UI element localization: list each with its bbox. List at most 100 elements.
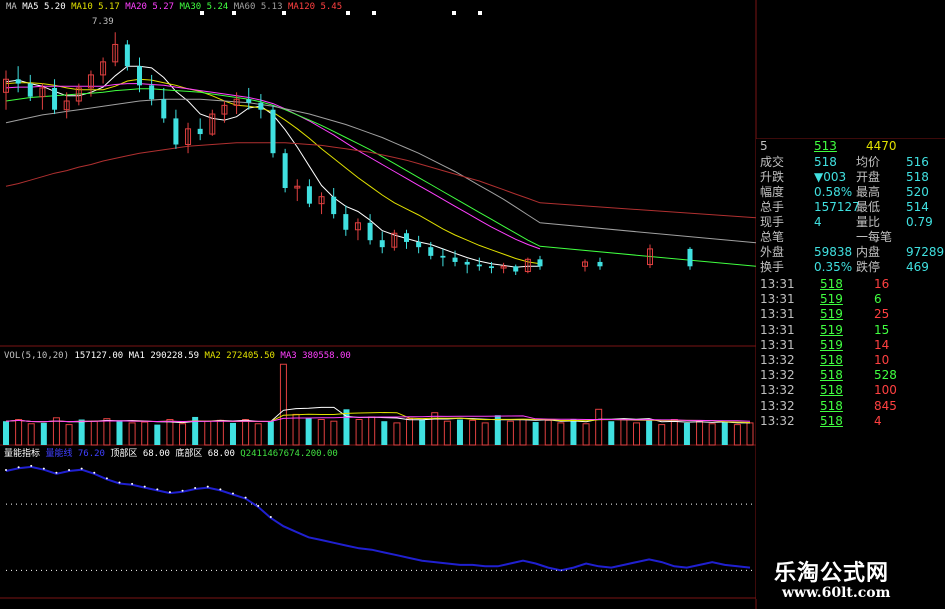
stat-label: 升跌 [760, 170, 785, 184]
volume-bar [154, 424, 161, 445]
candle-down [513, 266, 519, 272]
indicator-line-value: 76.20 [77, 449, 105, 459]
quote-stat-row: 现手 4 量比 0.79 [756, 215, 945, 230]
indicator-name: 量能指标 [4, 449, 41, 459]
candle-down [379, 240, 385, 248]
candle-down [687, 248, 693, 267]
stat-value: 518 [814, 155, 837, 169]
volume-bar [267, 421, 274, 445]
stat-value-2: 514 [906, 200, 929, 214]
tick-volume: 4 [874, 413, 882, 428]
tick-row[interactable]: 13:31 519 25 [756, 307, 945, 322]
tick-volume: 100 [874, 383, 897, 398]
candle-down [476, 264, 482, 267]
ma-line-ma120 [5, 142, 757, 219]
stat-value: 0.35% [814, 260, 853, 274]
ma5-legend: MA5 5.20 [22, 2, 66, 12]
candle-down [161, 99, 167, 119]
candle-down [404, 233, 409, 242]
volume-bar [544, 419, 552, 446]
tick-time: 13:31 [760, 307, 795, 322]
volume-bar [65, 424, 73, 446]
volume-bar [620, 419, 628, 446]
ma10-legend: MA10 5.17 [71, 2, 120, 12]
volume-bar [481, 422, 489, 446]
tick-row[interactable]: 13:32 518 845 [756, 399, 945, 414]
ma120-legend: MA120 5.45 [287, 2, 343, 12]
volume-bar [721, 422, 728, 445]
tick-row[interactable]: 13:31 519 15 [756, 323, 945, 338]
stat-value: 157127 [814, 200, 860, 214]
tick-volume: 528 [874, 368, 897, 383]
candle-down [246, 99, 252, 103]
volume-bar [52, 417, 60, 446]
candle-down [52, 87, 58, 110]
stat-label-2: 开盘 [856, 170, 881, 184]
volume-bar [519, 419, 527, 446]
quote-stat-row: 成交 518 均价 516 [756, 155, 945, 170]
tick-time: 13:32 [760, 413, 795, 428]
ma-line-ma30 [5, 88, 757, 267]
tick-row[interactable]: 13:31 519 14 [756, 338, 945, 353]
candle-down [258, 102, 264, 110]
candle-down [331, 196, 337, 215]
tick-row[interactable]: 13:31 518 16 [756, 277, 945, 292]
tick-time: 13:31 [760, 292, 795, 307]
volume-bar [229, 422, 236, 445]
volume-bar [3, 421, 9, 445]
vol-legend-ma1: MA1 290228.59 [128, 351, 200, 361]
quote-stat-row: 总手 157127 最低 514 [756, 200, 945, 215]
volume-bar [646, 420, 653, 445]
tick-row[interactable]: 13:32 518 4 [756, 414, 945, 429]
volume-bar [368, 416, 376, 446]
tick-price: 518 [820, 413, 843, 428]
tick-volume: 15 [874, 322, 890, 337]
stat-label-2: 最低 [856, 200, 881, 214]
volume-bar [15, 419, 23, 446]
stat-label: 幅度 [760, 185, 785, 199]
indicator-dot [219, 488, 222, 491]
tick-row[interactable]: 13:32 518 10 [756, 353, 945, 368]
volume-bar [254, 423, 262, 446]
stat-label: 外盘 [760, 245, 785, 259]
volume-bar [419, 419, 426, 445]
candle-down [137, 66, 142, 86]
candle-down [597, 261, 603, 267]
volume-bar [305, 417, 312, 445]
vol-legend-title: VOL(5,10,20) [4, 351, 70, 361]
volume-bar [683, 422, 690, 445]
indicator-bottom-value: 68.00 [207, 449, 235, 459]
tick-row[interactable]: 13:32 518 100 [756, 383, 945, 398]
volume-bar [443, 420, 451, 446]
quote-stat-row: 升跌 ▼003 开盘 518 [756, 170, 945, 185]
volume-bar [381, 421, 388, 445]
indicator-dot [131, 482, 134, 485]
indicator-dot [17, 466, 20, 469]
volume-bar [670, 419, 678, 446]
watermark-url: www.60lt.com [782, 585, 891, 601]
volume-bar [608, 421, 615, 445]
indicator-dot [68, 469, 71, 472]
tick-price: 519 [820, 307, 843, 322]
candle-down [173, 118, 179, 145]
ma60-legend: MA60 5.13 [233, 2, 283, 12]
candle-down [440, 255, 446, 258]
vol-legend-value: 157127.00 [74, 351, 124, 361]
volume-bar [469, 419, 477, 446]
indicator-top-label: 顶部区 [110, 449, 138, 459]
volume-bar [557, 422, 565, 446]
indicator-dot [181, 489, 184, 492]
tick-row[interactable]: 13:31 519 6 [756, 292, 945, 307]
watermark: 乐淘公式网 www.60lt.com [760, 551, 945, 609]
volume-bar [242, 419, 250, 446]
volume-bar [40, 422, 47, 445]
tick-price: 519 [820, 322, 843, 337]
indicator-dot [244, 496, 247, 499]
tick-row[interactable]: 13:32 518 528 [756, 368, 945, 383]
volume-bar [179, 423, 187, 446]
tick-price: 519 [820, 292, 843, 307]
indicator-top-value: 68.00 [142, 449, 170, 459]
quote-stat-row: 幅度 0.58% 最高 520 [756, 185, 945, 200]
watermark-title: 乐淘公式网 [774, 561, 890, 586]
indicator-dot [80, 467, 83, 470]
